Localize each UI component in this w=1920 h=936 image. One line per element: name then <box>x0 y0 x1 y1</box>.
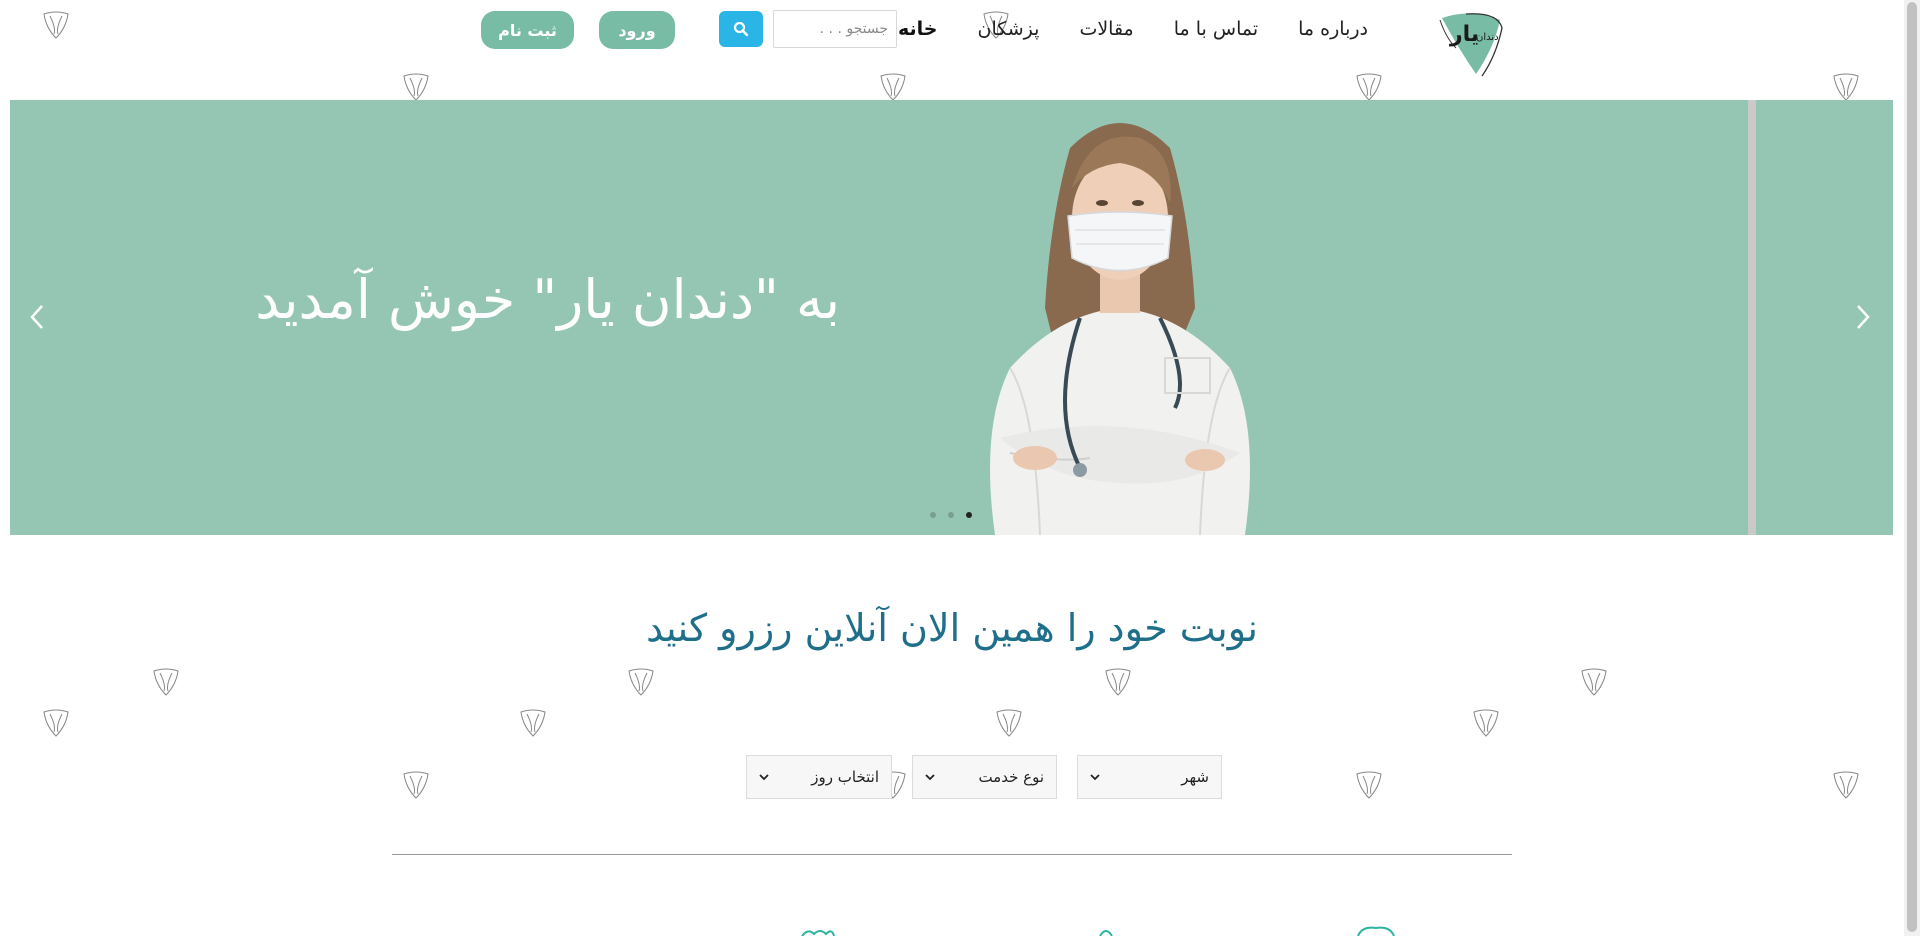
booking-title: نوبت خود را همین الان آنلاین رزرو کنید <box>646 606 1258 650</box>
day-select[interactable]: انتخاب روز <box>746 755 892 799</box>
carousel-next-button[interactable] <box>1846 295 1880 339</box>
chevron-left-icon <box>30 305 43 329</box>
doctor-photo <box>990 123 1250 535</box>
carousel-dots <box>930 512 972 518</box>
register-button[interactable]: ثبت نام <box>481 11 574 49</box>
background-tooth-icon <box>400 768 432 800</box>
hero-carousel: به "دندان یار" خوش آمدید <box>10 100 1893 535</box>
chevron-down-icon <box>759 770 769 784</box>
chevron-down-icon <box>925 770 935 784</box>
main-nav: خانه پزشکان مقالات تماس با ما درباره ما <box>898 18 1368 40</box>
background-tooth-icon <box>1353 768 1385 800</box>
scrollbar-thumb[interactable] <box>1907 2 1917 932</box>
background-tooth-icon <box>1470 706 1502 738</box>
hero-slide-divider <box>1748 100 1756 535</box>
background-tooth-icon <box>40 706 72 738</box>
login-button[interactable]: ورود <box>599 11 675 49</box>
background-tooth-icon <box>993 706 1025 738</box>
background-tooth-icon <box>1102 665 1134 697</box>
chevron-down-icon <box>1090 770 1100 784</box>
background-tooth-icon <box>1578 665 1610 697</box>
hero-title: به "دندان یار" خوش آمدید <box>255 268 840 331</box>
service-select-label: نوع خدمت <box>978 768 1044 786</box>
service-icon <box>1357 926 1395 936</box>
nav-item-about[interactable]: درباره ما <box>1298 18 1368 40</box>
nav-item-home[interactable]: خانه <box>898 18 937 40</box>
city-select-label: شهر <box>1181 768 1209 786</box>
search-input[interactable] <box>773 10 897 48</box>
carousel-dot[interactable] <box>948 512 954 518</box>
carousel-dot-active[interactable] <box>966 512 972 518</box>
search-button[interactable] <box>719 11 763 47</box>
logo-text-small: دندان <box>1476 32 1499 43</box>
carousel-dot[interactable] <box>930 512 936 518</box>
background-tooth-icon <box>150 665 182 697</box>
city-select[interactable]: شهر <box>1077 755 1222 799</box>
logo-text-main: یار <box>1450 22 1480 47</box>
background-tooth-icon <box>1830 768 1862 800</box>
service-icon <box>801 930 835 936</box>
service-icon <box>1099 930 1113 936</box>
chevron-right-icon <box>1857 305 1870 329</box>
nav-item-contact[interactable]: تماس با ما <box>1174 18 1258 40</box>
service-select[interactable]: نوع خدمت <box>912 755 1057 799</box>
search-icon <box>733 21 749 37</box>
carousel-prev-button[interactable] <box>20 295 54 339</box>
site-header: یار دندان خانه پزشکان مقالات تماس با ما … <box>0 0 1904 96</box>
nav-item-doctors[interactable]: پزشکان <box>978 18 1040 40</box>
section-divider <box>392 854 1512 855</box>
day-select-label: انتخاب روز <box>811 768 879 786</box>
background-tooth-icon <box>517 706 549 738</box>
background-tooth-icon <box>625 665 657 697</box>
nav-item-articles[interactable]: مقالات <box>1079 18 1133 40</box>
